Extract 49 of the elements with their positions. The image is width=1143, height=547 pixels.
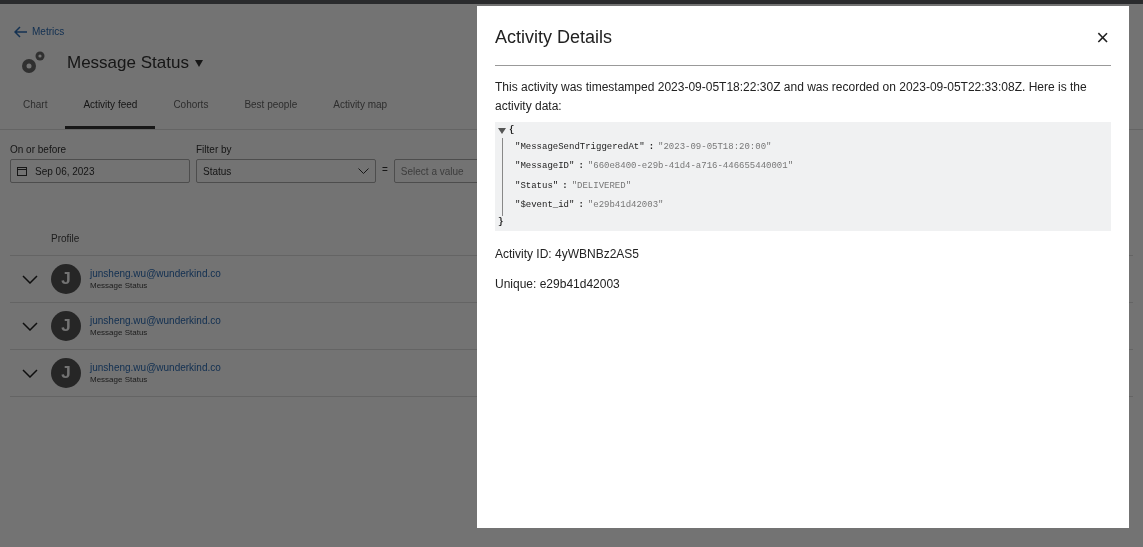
json-value: "DELIVERED" (571, 179, 632, 193)
avatar: J (51, 311, 81, 341)
chevron-down-icon[interactable] (22, 321, 38, 331)
modal-title: Activity Details (495, 26, 613, 49)
avatar: J (51, 358, 81, 388)
avatar: J (51, 264, 81, 294)
json-key: "MessageID" (515, 160, 575, 174)
json-separator: : (578, 160, 584, 173)
tab[interactable]: Chart (5, 93, 66, 129)
caret-icon[interactable] (194, 59, 203, 67)
filter-label: Filter by (196, 143, 233, 157)
collapse-triangle-icon[interactable] (498, 127, 506, 134)
filter-dropdown[interactable]: Status (196, 159, 376, 183)
back-arrow-icon[interactable] (14, 25, 28, 38)
json-value: "e29b41d42003" (587, 199, 664, 212)
json-key: "MessageSendTriggeredAt" (515, 140, 645, 154)
json-key: "Status" (515, 179, 559, 193)
tab[interactable]: Cohorts (155, 93, 227, 129)
profile-email-link[interactable]: junsheng.wu@wunderkind.co (90, 266, 221, 280)
description-text: This activity was timestamped 2023-09-05T18:22:30Z and was recorded on 2023-09-05T22:33:08Z. Here is the activity data: (495, 79, 1088, 115)
json-separator: : (562, 179, 568, 193)
date-label: On or before (10, 143, 68, 157)
event-name: Message Status (90, 373, 149, 386)
page-title: Message Status (67, 52, 189, 75)
profile-email-link[interactable]: junsheng.wu@wunderkind.co (90, 313, 221, 327)
open-brace: { (509, 124, 515, 137)
tab[interactable]: Activity map (315, 93, 406, 129)
back-link[interactable]: Metrics (32, 24, 65, 39)
event-name: Message Status (90, 279, 149, 292)
close-brace: } (498, 216, 504, 227)
event-name: Message Status (90, 326, 149, 339)
tab[interactable]: Activity feed (65, 93, 156, 129)
json-value: "2023-09-05T18:20:00" (658, 140, 772, 154)
calendar-icon (17, 166, 27, 176)
chevron-down-icon[interactable] (22, 368, 38, 378)
equals-sign: = (382, 163, 388, 177)
json-separator: : (578, 199, 584, 212)
tab[interactable]: Best people (226, 93, 316, 129)
chevron-down-icon (358, 168, 369, 174)
chevron-down-icon[interactable] (22, 274, 38, 284)
column-header: Profile (51, 233, 80, 244)
date-field[interactable]: Sep 06, 2023 (10, 159, 190, 183)
close-button[interactable]: × (1094, 26, 1111, 49)
profile-email-link[interactable]: junsheng.wu@wunderkind.co (90, 360, 221, 374)
json-separator: : (648, 140, 655, 154)
json-key: "$event_id" (515, 199, 575, 213)
json-value: "660e8400-e29b-41d4-a716-446655440001" (587, 160, 794, 173)
activity-id-text: Activity ID: 4yWBNBz2AS5 (495, 246, 641, 263)
unique-text: Unique: e29b41d42003 (495, 276, 621, 293)
